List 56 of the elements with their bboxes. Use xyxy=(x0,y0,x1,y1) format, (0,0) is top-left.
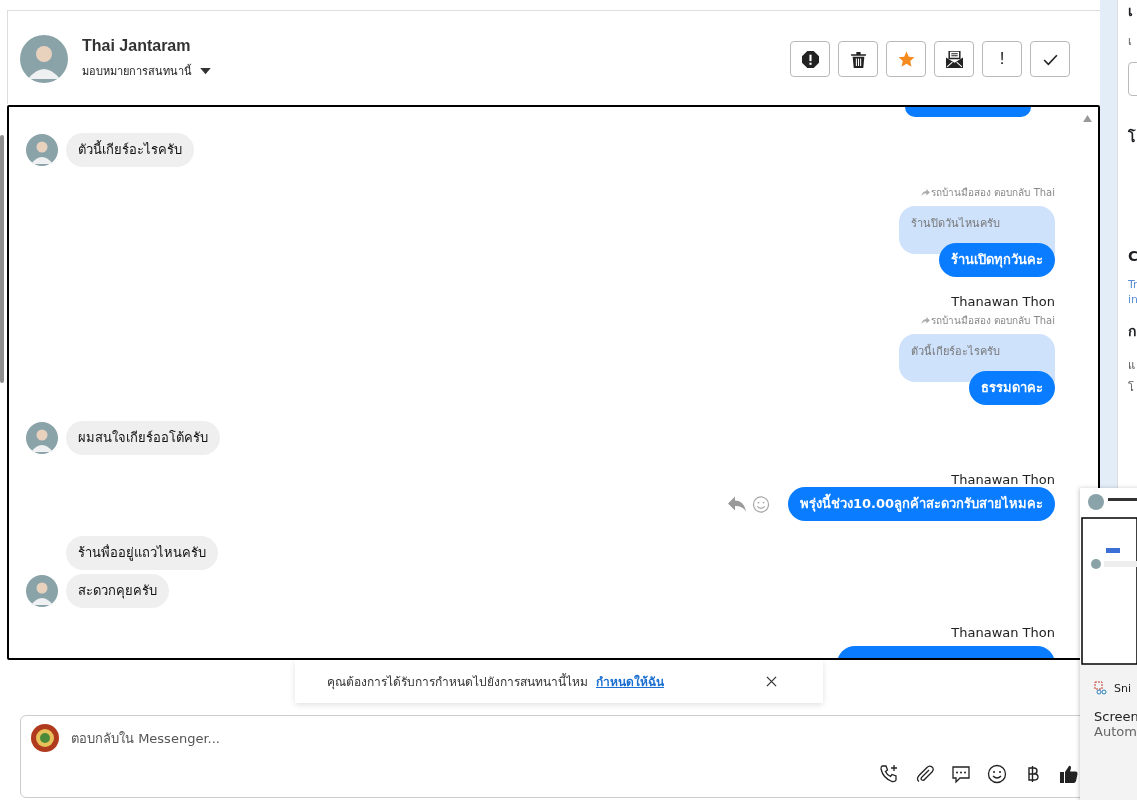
message-bubble: ร้านเปิดทุกวันคะ xyxy=(939,243,1055,277)
alert-icon xyxy=(801,50,819,68)
message-bubble: ธรรมดาคะ xyxy=(969,371,1055,405)
reply-icon[interactable] xyxy=(727,495,746,513)
mail-button[interactable] xyxy=(934,41,974,77)
star-icon xyxy=(897,50,915,68)
contact-name: Thai Jantaram xyxy=(82,37,192,55)
page-avatar xyxy=(31,724,59,752)
scroll-up-icon[interactable] xyxy=(1083,115,1092,122)
chat-icon[interactable] xyxy=(951,764,971,784)
sender-name: Thanawan Thon xyxy=(950,294,1055,309)
trash-icon xyxy=(849,50,867,68)
snip-notification[interactable]: Sni Screen Autom xyxy=(1080,488,1137,800)
emoji-icon[interactable] xyxy=(987,764,1007,784)
sidebar-text: โ xyxy=(1128,380,1135,396)
star-button[interactable] xyxy=(886,41,926,77)
sender-name: Thanawan Thon xyxy=(950,472,1055,487)
message-bubble: ผมสนใจเกียร์ออโต้ครับ xyxy=(66,421,220,455)
avatar xyxy=(26,575,58,607)
notification-text: Autom xyxy=(1094,724,1137,739)
notification-title: Screen xyxy=(1094,709,1137,724)
trash-button[interactable] xyxy=(838,41,878,77)
message-bubble: ตัวนี้เกียร์อะไรครับ xyxy=(66,133,194,167)
thumbs-up-icon[interactable] xyxy=(1059,764,1079,784)
important-button[interactable]: ! xyxy=(982,41,1022,77)
scissors-icon xyxy=(1094,681,1108,695)
mail-icon xyxy=(945,50,963,68)
quoted-message: ตัวนี้เกียร์อะไรครับ xyxy=(899,334,1055,382)
message-bubble: ร้านพื่ออยู่แถวไหนครับ xyxy=(66,536,218,570)
assign-link[interactable]: กำหนดให้ฉัน xyxy=(596,672,664,691)
attach-icon[interactable] xyxy=(915,764,935,784)
section-title: โ xyxy=(1128,127,1137,147)
reply-note: รถบ้านมือสอง ตอบกลับ Thai xyxy=(931,314,1055,328)
sidebar-text: เ xyxy=(1128,34,1133,50)
alert-button[interactable] xyxy=(790,41,830,77)
assign-dropdown[interactable]: มอบหมายการสนทนานี้ xyxy=(82,62,211,80)
caret-icon xyxy=(200,67,211,75)
avatar xyxy=(26,422,58,454)
reply-note: รถบ้านมือสอง ตอบกลับ Thai xyxy=(931,186,1055,200)
sender-name: Thanawan Thon xyxy=(950,625,1055,640)
avatar xyxy=(20,35,68,83)
scrollbar[interactable] xyxy=(0,135,4,383)
section-title: เ xyxy=(1128,2,1134,21)
reply-arrow-icon xyxy=(921,317,931,324)
section-title: ก xyxy=(1128,322,1137,341)
call-icon[interactable] xyxy=(879,764,899,784)
check-button[interactable] xyxy=(1030,41,1070,77)
sidebar-text: แ xyxy=(1128,358,1136,374)
message-bubble: สะดวกคุยครับ xyxy=(66,574,169,608)
close-icon[interactable] xyxy=(766,676,777,687)
reply-arrow-icon xyxy=(921,189,931,196)
message-bubble: พรุ่งนี้ช่วง10.00ลูกค้าสะดวกรับสายไหมคะ xyxy=(787,487,1055,521)
avatar xyxy=(26,134,58,166)
app-name: Sni xyxy=(1114,681,1131,695)
banner-text: คุณต้องการได้รับการกำหนดไปยังการสนทนานี้ไหม xyxy=(327,672,588,691)
section-title: C xyxy=(1128,248,1137,264)
